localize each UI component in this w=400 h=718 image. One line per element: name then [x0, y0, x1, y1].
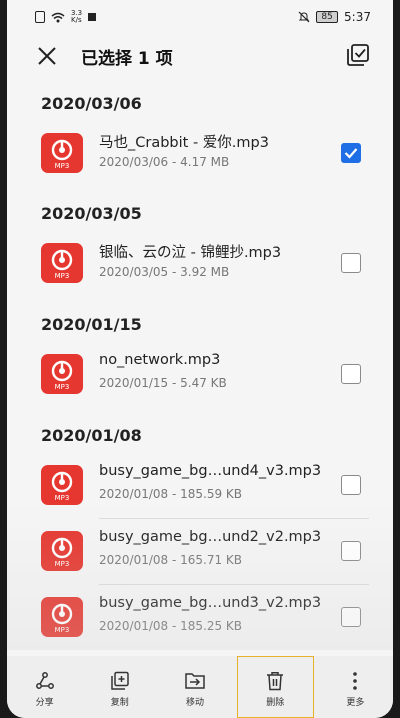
page-title: 已选择 1 项 — [81, 49, 173, 69]
file-row[interactable]: MP3 马也_Crabbit - 爱你.mp3 2020/03/06 - 4.1… — [7, 123, 393, 187]
phone-screen: 3.3 K/s 85 5:37 已选择 1 项 2020/03/06 MP3 马… — [7, 0, 393, 718]
mp3-file-icon: MP3 — [41, 133, 83, 173]
sim-icon — [35, 11, 45, 23]
more-label: 更多 — [346, 697, 365, 708]
file-meta: 2020/01/15 - 5.47 KB — [99, 376, 227, 390]
delete-button[interactable]: 删除 — [236, 656, 314, 718]
notification-icon — [88, 13, 97, 21]
file-name: no_network.mp3 — [99, 352, 221, 368]
mp3-file-icon: MP3 — [41, 597, 83, 637]
mp3-file-icon: MP3 — [41, 531, 83, 571]
file-name: 马也_Crabbit - 爱你.mp3 — [99, 135, 269, 151]
selection-header: 已选择 1 项 — [7, 36, 393, 76]
status-bar: 3.3 K/s 85 5:37 — [7, 0, 393, 34]
more-icon — [353, 671, 358, 690]
clock: 5:37 — [344, 10, 371, 24]
check-icon — [344, 148, 358, 159]
file-name: busy_game_bg…und3_v2.mp3 — [99, 595, 322, 611]
delete-icon — [267, 671, 284, 690]
row-divider — [99, 584, 369, 585]
close-icon — [38, 47, 56, 65]
file-meta: 2020/03/05 - 3.92 MB — [99, 265, 230, 279]
file-row[interactable]: MP3 busy_game_bg…und3_v2.mp3 2020/01/08 … — [7, 587, 393, 651]
file-checkbox[interactable] — [341, 253, 361, 273]
file-checkbox[interactable] — [341, 475, 361, 495]
file-checkbox[interactable] — [341, 607, 361, 627]
move-button[interactable]: 移动 — [157, 656, 232, 718]
date-header: 2020/01/15 — [41, 315, 142, 334]
file-meta: 2020/01/08 - 185.59 KB — [99, 487, 243, 501]
delete-label: 删除 — [266, 697, 285, 708]
file-meta: 2020/01/08 - 185.25 KB — [99, 619, 243, 633]
mute-icon — [298, 11, 310, 23]
file-row[interactable]: MP3 busy_game_bg…und4_v3.mp3 2020/01/08 … — [7, 455, 393, 519]
file-row[interactable]: MP3 银临、云の泣 - 锦鲤抄.mp3 2020/03/05 - 3.92 M… — [7, 233, 393, 297]
share-label: 分享 — [35, 697, 54, 708]
select-all-icon — [347, 44, 369, 66]
file-meta: 2020/01/08 - 165.71 KB — [99, 553, 243, 567]
more-button[interactable]: 更多 — [318, 656, 393, 718]
share-icon — [35, 671, 54, 689]
file-name: busy_game_bg…und4_v3.mp3 — [99, 463, 322, 479]
move-label: 移动 — [186, 697, 205, 708]
move-icon — [185, 672, 205, 689]
date-header: 2020/03/05 — [41, 204, 142, 223]
copy-button[interactable]: 复制 — [82, 656, 157, 718]
mp3-file-icon: MP3 — [41, 465, 83, 505]
file-name: busy_game_bg…und2_v2.mp3 — [99, 529, 322, 545]
network-speed: 3.3 K/s — [71, 9, 83, 24]
copy-icon — [111, 671, 129, 690]
select-all-button[interactable] — [345, 42, 371, 68]
file-meta: 2020/03/06 - 4.17 MB — [99, 155, 230, 169]
file-name: 银临、云の泣 - 锦鲤抄.mp3 — [99, 245, 282, 261]
copy-label: 复制 — [110, 697, 129, 708]
wifi-icon — [51, 12, 65, 22]
mp3-file-icon: MP3 — [41, 243, 83, 283]
file-checkbox[interactable] — [341, 541, 361, 561]
mp3-file-icon: MP3 — [41, 354, 83, 394]
date-header: 2020/03/06 — [41, 94, 142, 113]
file-checkbox[interactable] — [341, 143, 361, 163]
close-button[interactable] — [35, 44, 59, 68]
share-button[interactable]: 分享 — [7, 656, 82, 718]
bottom-action-bar: 分享 复制 移动 删除 更多 — [7, 656, 393, 718]
file-row[interactable]: MP3 busy_game_bg…und2_v2.mp3 2020/01/08 … — [7, 521, 393, 585]
row-divider — [99, 518, 369, 519]
battery-indicator: 85 — [316, 11, 339, 23]
file-row[interactable]: MP3 no_network.mp3 2020/01/15 - 5.47 KB — [7, 344, 393, 408]
date-header: 2020/01/08 — [41, 426, 142, 445]
file-checkbox[interactable] — [341, 364, 361, 384]
